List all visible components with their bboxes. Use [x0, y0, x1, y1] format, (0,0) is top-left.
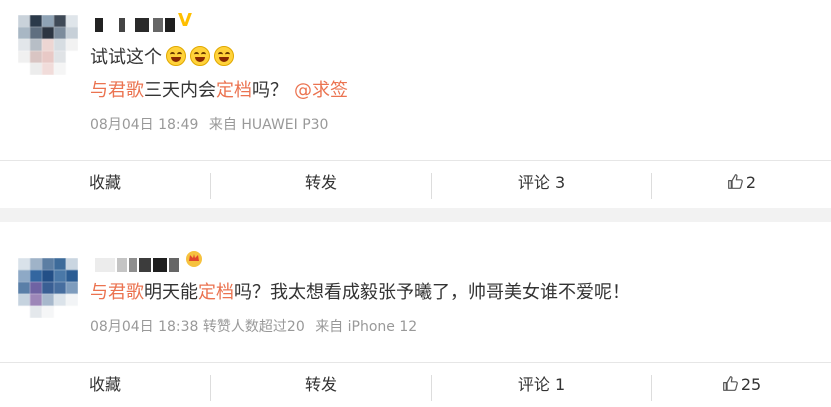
text-segment: 明天能 — [144, 282, 198, 303]
comment-button[interactable]: 评论 3 — [432, 161, 651, 205]
post-source: 来自 HUAWEI P30 — [208, 117, 329, 133]
repost-button[interactable]: 转发 — [211, 363, 431, 407]
like-button[interactable]: 2 — [652, 161, 831, 205]
text-segment: 吗？我太想看成毅张予曦了，帅哥美女谁不爱呢！ — [234, 282, 630, 303]
comment-text: 试试这个 — [90, 47, 162, 68]
action-bar: 收藏 转发 评论 3 2 — [0, 160, 831, 205]
comment-card: V 试试这个 与君歌三天内会定档吗？ @求签 08月04日 18:49 来自 HU… — [0, 0, 831, 208]
post-meta: 08月04日 18:38 转赞人数超过20 来自 iPhone 12 — [90, 316, 417, 336]
action-bar: 收藏 转发 评论 1 25 — [0, 362, 831, 406]
thumbs-up-icon — [722, 376, 738, 391]
hashtag-link[interactable]: 与君歌 — [90, 80, 144, 101]
post-date: 08月04日 — [90, 117, 154, 133]
verified-v-icon: V — [178, 10, 192, 31]
post-source: 来自 iPhone 12 — [315, 319, 418, 335]
text-segment: 三天内会 — [144, 80, 216, 101]
username-redacted[interactable] — [95, 18, 177, 32]
thumbs-up-icon — [728, 174, 743, 189]
avatar[interactable] — [18, 15, 78, 75]
post-meta: 08月04日 18:49 来自 HUAWEI P30 — [90, 114, 328, 134]
comment-text: 与君歌明天能定档吗？我太想看成毅张予曦了，帅哥美女谁不爱呢！ — [90, 281, 630, 305]
comment-button[interactable]: 评论 1 — [432, 363, 651, 407]
comment-text-line1: 试试这个 — [90, 46, 234, 70]
text-segment: 吗？ — [252, 80, 288, 101]
crown-icon — [186, 251, 202, 267]
avatar[interactable] — [18, 258, 78, 318]
repost-button[interactable]: 转发 — [211, 161, 431, 205]
like-count: 25 — [740, 375, 762, 394]
post-time: 18:38 — [158, 319, 199, 335]
hashtag-link[interactable]: 与君歌 — [90, 282, 144, 303]
keyword-link[interactable]: 定档 — [216, 80, 252, 101]
post-date: 08月04日 — [90, 319, 154, 335]
collect-button[interactable]: 收藏 — [0, 161, 210, 205]
grin-emoji-icon — [166, 46, 186, 66]
like-count: 2 — [745, 173, 757, 192]
feed-separator — [0, 208, 831, 222]
repost-count-note: 转赞人数超过20 — [202, 319, 305, 335]
mention-link[interactable]: @求签 — [294, 80, 348, 101]
collect-button[interactable]: 收藏 — [0, 363, 210, 407]
like-button[interactable]: 25 — [652, 363, 831, 407]
grin-emoji-icon — [190, 46, 210, 66]
comment-text-line2: 与君歌三天内会定档吗？ @求签 — [90, 79, 348, 103]
post-time: 18:49 — [158, 117, 199, 133]
grin-emoji-icon — [214, 46, 234, 66]
username-redacted[interactable] — [95, 258, 181, 272]
keyword-link[interactable]: 定档 — [198, 282, 234, 303]
